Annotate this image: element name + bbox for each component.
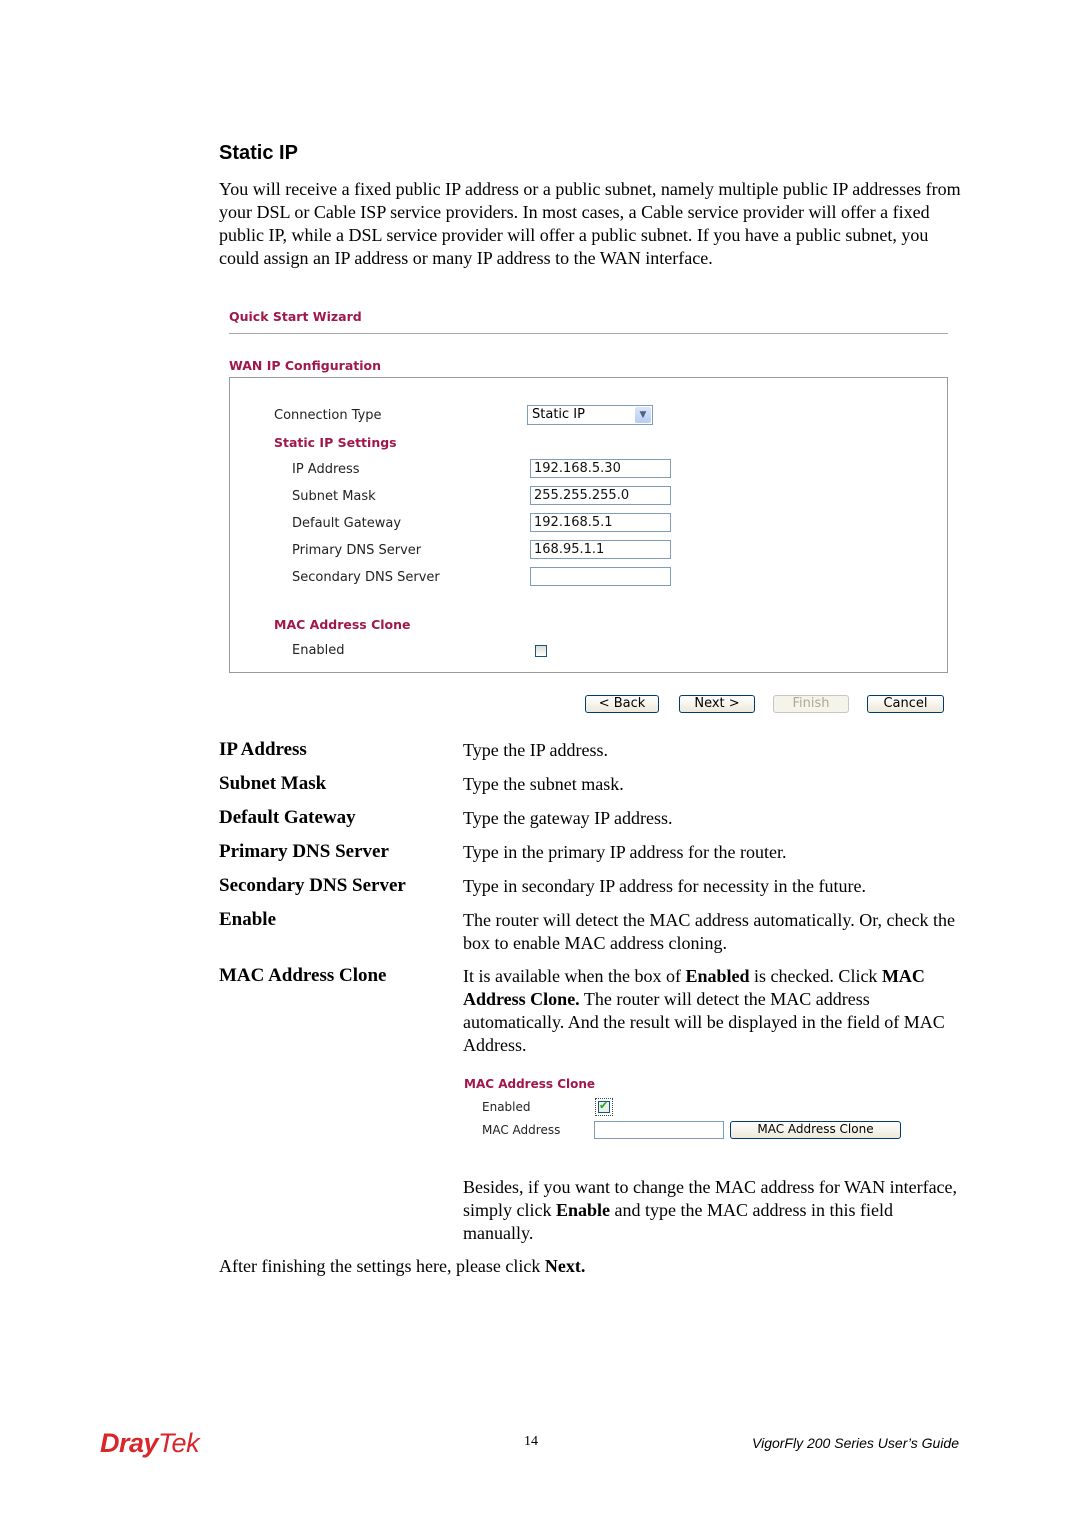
subnet-mask-input[interactable]: 255.255.255.0 [530, 486, 671, 505]
enabled-checkbox[interactable] [535, 645, 547, 657]
connection-type-value: Static IP [532, 407, 585, 422]
term-default-gateway: Default Gateway [219, 807, 356, 828]
term-enable: Enable [219, 909, 277, 930]
desc-default-gateway: Type the gateway IP address. [463, 808, 673, 828]
text: It is available when the box of [463, 966, 686, 986]
subnet-mask-label: Subnet Mask [292, 489, 376, 504]
primary-dns-input[interactable]: 168.95.1.1 [530, 540, 671, 559]
desc-secondary-dns: Type in secondary IP address for necessi… [463, 876, 866, 896]
desc-primary-dns: Type in the primary IP address for the r… [463, 842, 787, 862]
divider [229, 333, 948, 334]
term-mac-clone: MAC Address Clone [219, 965, 387, 986]
mac-address-clone-button[interactable]: MAC Address Clone [730, 1121, 901, 1139]
mac-address-input[interactable] [594, 1121, 724, 1139]
static-ip-settings-heading: Static IP Settings [274, 435, 397, 450]
term-primary-dns: Primary DNS Server [219, 841, 389, 862]
mac-panel-enabled-checkbox[interactable]: ✔ [598, 1100, 610, 1113]
enabled-label: Enabled [292, 643, 345, 658]
logo-part: Tek [158, 1428, 200, 1458]
term-secondary-dns: Secondary DNS Server [219, 875, 406, 896]
mac-clone-heading: MAC Address Clone [274, 617, 411, 632]
cancel-button[interactable]: Cancel [867, 695, 944, 713]
term-subnet-mask: Subnet Mask [219, 773, 327, 794]
wizard-title: Quick Start Wizard [229, 309, 362, 324]
intro-paragraph: You will receive a fixed public IP addre… [219, 179, 961, 268]
mac-panel-enabled-label: Enabled [482, 1100, 531, 1114]
bold-text: Enable [556, 1200, 611, 1220]
ip-address-label: IP Address [292, 462, 360, 477]
draytek-logo: DrayTek [100, 1428, 200, 1459]
term-ip-address: IP Address [219, 739, 307, 760]
bold-text: Enabled [685, 966, 750, 986]
chevron-down-icon[interactable]: ▼ [635, 407, 651, 423]
default-gateway-label: Default Gateway [292, 516, 402, 531]
primary-dns-label: Primary DNS Server [292, 543, 422, 558]
wan-ip-config-heading: WAN IP Configuration [229, 358, 381, 373]
text: After finishing the settings here, pleas… [219, 1256, 545, 1276]
desc-mac-clone: It is available when the box of Enabled … [463, 965, 963, 1057]
besides-paragraph: Besides, if you want to change the MAC a… [463, 1176, 963, 1245]
bold-text: Next. [544, 1256, 586, 1276]
text: is checked. Click [749, 966, 882, 986]
desc-subnet-mask: Type the subnet mask. [463, 774, 624, 794]
default-gateway-input[interactable]: 192.168.5.1 [530, 513, 671, 532]
checkmark-icon: ✔ [599, 1100, 609, 1112]
connection-type-label: Connection Type [274, 408, 382, 423]
section-title: Static IP [219, 142, 298, 164]
secondary-dns-input[interactable] [530, 567, 671, 586]
closing-paragraph: After finishing the settings here, pleas… [219, 1256, 585, 1277]
mac-address-label: MAC Address [482, 1123, 561, 1137]
secondary-dns-label: Secondary DNS Server [292, 570, 440, 585]
desc-ip-address: Type the IP address. [463, 740, 609, 760]
connection-type-select[interactable]: Static IP ▼ [527, 405, 653, 425]
ip-address-input[interactable]: 192.168.5.30 [530, 459, 671, 478]
logo-part: Dray [100, 1428, 159, 1458]
mac-panel-checkbox-focus: ✔ [595, 1098, 613, 1116]
desc-enable: The router will detect the MAC address a… [463, 910, 955, 953]
page-number: 14 [524, 1434, 538, 1449]
back-button[interactable]: < Back [585, 695, 659, 713]
finish-button: Finish [773, 695, 849, 713]
next-button[interactable]: Next > [679, 695, 755, 713]
mac-panel-heading: MAC Address Clone [464, 1077, 596, 1091]
guide-title: VigorFly 200 Series User’s Guide [752, 1435, 959, 1451]
